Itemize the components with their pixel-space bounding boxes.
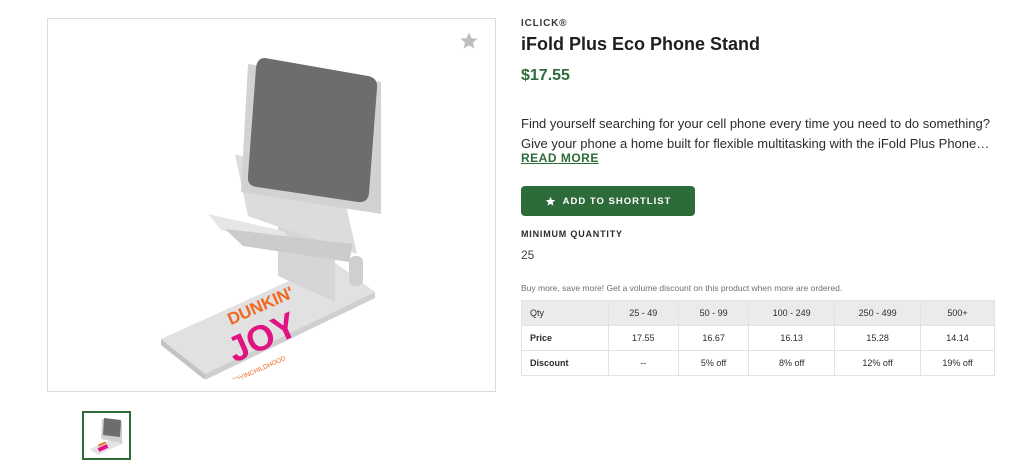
discount-row-label: Discount bbox=[521, 350, 609, 376]
star-icon[interactable] bbox=[459, 31, 479, 51]
minimum-quantity-label: MINIMUM QUANTITY bbox=[521, 229, 623, 239]
product-description: Find yourself searching for your cell ph… bbox=[521, 114, 991, 154]
product-image: DUNKIN' JOY #DUNKINJOYINCHILDHOOD bbox=[161, 58, 381, 379]
header-cell: 50 - 99 bbox=[677, 300, 750, 326]
discount-row: Discount -- 5% off 8% off 12% off 19% of… bbox=[521, 350, 995, 376]
read-more-link[interactable]: READ MORE bbox=[521, 151, 599, 165]
pricing-table: Qty 25 - 49 50 - 99 100 - 249 250 - 499 … bbox=[521, 300, 995, 376]
price-cell: 17.55 bbox=[607, 325, 679, 351]
discount-cell: 5% off bbox=[677, 350, 750, 376]
thumbnail-image bbox=[90, 418, 124, 455]
product-title: iFold Plus Eco Phone Stand bbox=[521, 34, 761, 54]
volume-discount-note: Buy more, save more! Get a volume discou… bbox=[521, 283, 843, 293]
header-cell: 25 - 49 bbox=[607, 300, 679, 326]
discount-cell: 8% off bbox=[748, 350, 836, 376]
star-icon bbox=[545, 196, 555, 206]
description-line-1: Find yourself searching for your cell ph… bbox=[521, 116, 990, 131]
minimum-quantity-value: 25 bbox=[521, 248, 535, 262]
price-cell: 15.28 bbox=[834, 325, 922, 351]
shortlist-label: ADD TO SHORTLIST bbox=[562, 195, 672, 207]
brand-name: ICLICK® bbox=[521, 18, 568, 29]
price-cell: 16.67 bbox=[677, 325, 750, 351]
price-row: Price 17.55 16.67 16.13 15.28 14.14 bbox=[521, 325, 995, 351]
header-cell: 100 - 249 bbox=[748, 300, 836, 326]
discount-cell: 12% off bbox=[834, 350, 922, 376]
add-to-shortlist-button[interactable]: ADD TO SHORTLIST bbox=[521, 186, 695, 216]
product-price: $17.55 bbox=[521, 67, 570, 84]
price-cell: 16.13 bbox=[748, 325, 836, 351]
header-cell: Qty bbox=[521, 300, 609, 326]
discount-cell: 19% off bbox=[920, 350, 995, 376]
header-cell: 500+ bbox=[920, 300, 995, 326]
discount-cell: -- bbox=[607, 350, 679, 376]
thumbnail-1[interactable] bbox=[82, 411, 131, 460]
product-image-frame: DUNKIN' JOY #DUNKINJOYINCHILDHOOD bbox=[47, 18, 496, 392]
pricing-header-row: Qty 25 - 49 50 - 99 100 - 249 250 - 499 … bbox=[521, 300, 995, 326]
price-row-label: Price bbox=[521, 325, 609, 351]
price-cell: 14.14 bbox=[920, 325, 995, 351]
header-cell: 250 - 499 bbox=[834, 300, 922, 326]
